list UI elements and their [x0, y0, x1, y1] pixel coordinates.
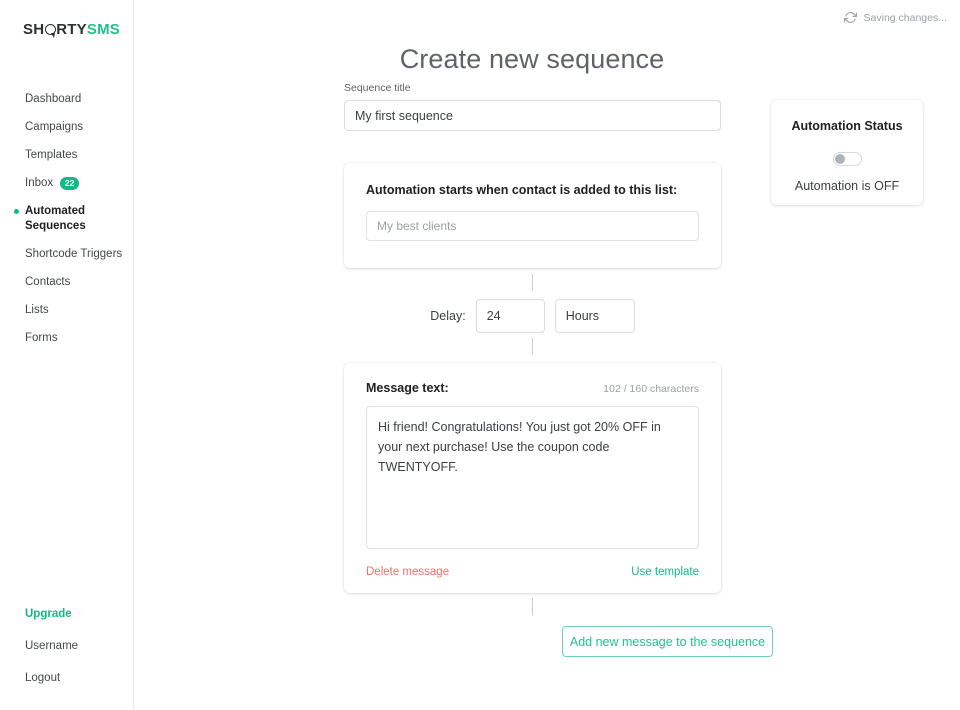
sidebar-item-label: Forms	[25, 331, 58, 346]
sidebar: SH RTY SMS Dashboard Campaigns Templates…	[0, 0, 134, 710]
sidebar-item-shortcode-triggers[interactable]: Shortcode Triggers	[0, 247, 134, 262]
message-card-actions: Delete message Use template	[366, 566, 699, 578]
inbox-unread-badge: 22	[60, 177, 79, 190]
character-counter: 102 / 160 characters	[603, 383, 699, 395]
delay-unit-select[interactable]: Hours	[555, 299, 635, 333]
sidebar-item-label: Username	[25, 639, 78, 654]
sidebar-item-label: Lists	[25, 303, 49, 318]
sidebar-item-inbox[interactable]: Inbox 22	[0, 176, 134, 191]
sidebar-item-label: Upgrade	[25, 607, 72, 622]
sidebar-item-label: Campaigns	[25, 120, 83, 135]
automation-status-text: Automation is OFF	[771, 179, 923, 193]
sequence-title-label: Sequence title	[344, 82, 721, 94]
trigger-card-heading: Automation starts when contact is added …	[366, 183, 699, 197]
sidebar-item-forms[interactable]: Forms	[0, 331, 134, 346]
message-text-label: Message text:	[366, 381, 449, 395]
flow-connector-line	[532, 274, 533, 291]
sidebar-item-campaigns[interactable]: Campaigns	[0, 120, 134, 135]
add-new-message-button[interactable]: Add new message to the sequence	[562, 626, 773, 657]
trigger-list-input[interactable]	[366, 211, 699, 241]
sidebar-item-templates[interactable]: Templates	[0, 148, 134, 163]
automation-status-card: Automation Status Automation is OFF	[771, 100, 923, 205]
sidebar-item-contacts[interactable]: Contacts	[0, 275, 134, 290]
sidebar-nav: Dashboard Campaigns Templates Inbox 22 A…	[0, 92, 134, 359]
sidebar-item-lists[interactable]: Lists	[0, 303, 134, 318]
delay-label: Delay:	[430, 309, 465, 323]
sidebar-item-label: Inbox	[25, 176, 53, 191]
app-logo[interactable]: SH RTY SMS	[23, 21, 120, 38]
trigger-card: Automation starts when contact is added …	[344, 163, 721, 268]
automation-status-title: Automation Status	[771, 119, 923, 133]
flow-connector-line	[532, 598, 533, 615]
automation-toggle[interactable]	[833, 152, 862, 166]
logo-text-accent: SMS	[87, 21, 120, 38]
flow-connector-line	[532, 338, 533, 355]
sidebar-item-label: Templates	[25, 148, 77, 163]
sidebar-item-username[interactable]: Username	[0, 639, 134, 654]
message-card: Message text: 102 / 160 characters Hi fr…	[344, 363, 721, 593]
sidebar-footer-nav: Upgrade Username Logout	[0, 607, 134, 703]
logo-text-part2: RTY	[56, 21, 87, 38]
message-card-header: Message text: 102 / 160 characters	[366, 381, 699, 395]
main-content: Create new sequence Sequence title Autom…	[135, 0, 960, 710]
speech-bubble-icon	[45, 24, 56, 35]
sequence-title-input[interactable]	[344, 100, 721, 131]
sidebar-item-automated-sequences[interactable]: Automated Sequences	[0, 204, 134, 234]
page-title: Create new sequence	[135, 44, 929, 75]
use-template-link[interactable]: Use template	[631, 566, 699, 578]
sidebar-item-label: Contacts	[25, 275, 70, 290]
message-text-area[interactable]: Hi friend! Congratulations! You just got…	[366, 406, 699, 549]
sidebar-item-upgrade[interactable]: Upgrade	[0, 607, 134, 622]
delay-value-input[interactable]	[476, 299, 545, 333]
sidebar-item-dashboard[interactable]: Dashboard	[0, 92, 134, 107]
sidebar-item-logout[interactable]: Logout	[0, 671, 134, 686]
toggle-knob	[835, 154, 845, 164]
delay-row: Delay: Hours	[344, 299, 721, 333]
logo-text-part1: SH	[23, 21, 44, 38]
sidebar-item-label: Logout	[25, 671, 60, 686]
sidebar-item-label: Automated Sequences	[25, 204, 126, 234]
sequence-title-group: Sequence title	[344, 82, 721, 131]
delete-message-link[interactable]: Delete message	[366, 566, 449, 578]
active-indicator-dot	[14, 209, 19, 214]
sidebar-item-label: Dashboard	[25, 92, 81, 107]
sidebar-item-label: Shortcode Triggers	[25, 247, 122, 262]
